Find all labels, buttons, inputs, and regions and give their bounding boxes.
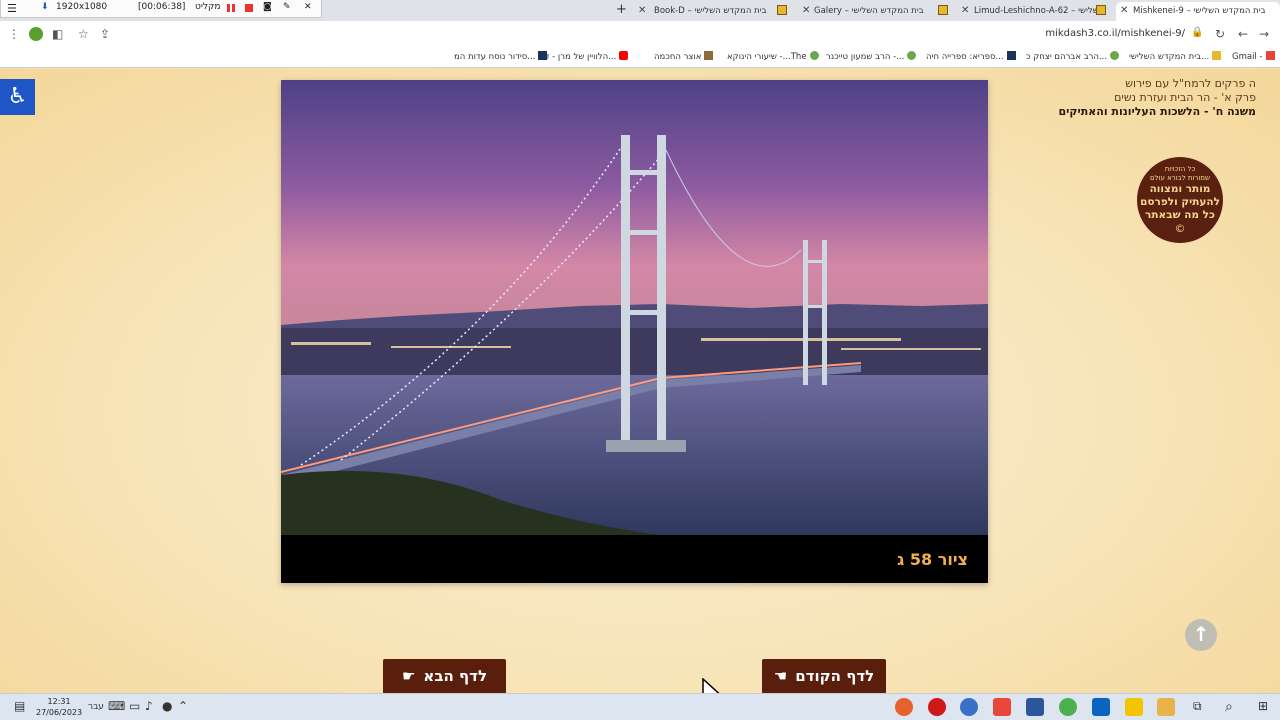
screen-recorder-bar: ☰ ⬇ 1920x1080 [00:06:38] מקליט ◙ ✎ ✕ xyxy=(0,0,322,18)
store-icon[interactable] xyxy=(1125,698,1143,716)
tab-favicon-icon xyxy=(938,5,948,15)
page-heading: ה פרקים לרמח"ל עם פירוש פרק א' - הר הבית… xyxy=(1059,77,1256,119)
pause-icon[interactable] xyxy=(227,4,230,12)
sefaria-icon xyxy=(1006,51,1016,60)
copyright-icon: © xyxy=(1174,222,1186,235)
notifications-icon[interactable]: ▤ xyxy=(14,699,25,713)
app-icon[interactable] xyxy=(960,698,978,716)
close-tab-icon[interactable]: ✕ xyxy=(638,5,646,16)
arrow-up-icon: ↑ xyxy=(1192,622,1210,646)
heading-line-1: ה פרקים לרמח"ל עם פירוש xyxy=(1125,77,1256,90)
mikdash-icon xyxy=(1212,51,1222,60)
task-view-icon[interactable]: ⧉ xyxy=(1193,699,1202,714)
leaf-icon xyxy=(1110,51,1120,60)
scroll-to-top-button[interactable]: ↑ xyxy=(1185,619,1217,651)
browser-tab-bar: ☰ ⬇ 1920x1080 [00:06:38] מקליט ◙ ✎ ✕ + ✕… xyxy=(0,0,1280,21)
language-indicator[interactable]: עבר xyxy=(88,702,104,712)
bookmark-star-icon[interactable]: ☆ xyxy=(78,27,89,41)
close-tab-icon[interactable]: ✕ xyxy=(802,5,810,16)
menu-icon[interactable]: ☰ xyxy=(7,2,17,15)
bookmark-otzar[interactable]: אוצר החכמה xyxy=(654,51,714,62)
copyright-badge: כל הזכויות שמורות לבורא עולם מותר ומצווה… xyxy=(1137,157,1223,243)
lock-icon[interactable]: 🔒 xyxy=(1191,27,1203,38)
firefox-icon[interactable] xyxy=(895,698,913,716)
prev-page-button[interactable]: לדף הקודם☚ xyxy=(762,659,886,693)
pause-icon-bar xyxy=(232,4,235,12)
bookmark-sefaria[interactable]: ספריא: ספרייה חיה... xyxy=(926,51,1016,62)
chevron-up-icon[interactable]: ⌃ xyxy=(178,699,188,713)
hand-pointing-icon: ☛ xyxy=(401,667,416,685)
keyboard-icon[interactable]: ⌨ xyxy=(108,699,125,713)
new-tab-button[interactable]: + xyxy=(616,2,627,17)
close-tab-icon[interactable]: ✕ xyxy=(961,5,969,16)
pen-icon[interactable]: ✎ xyxy=(283,2,291,12)
tab-favicon-icon xyxy=(777,5,787,15)
image-caption: ציור 58 ג xyxy=(897,550,968,569)
share-icon[interactable]: ⇪ xyxy=(100,27,110,41)
microphone-icon[interactable]: ● xyxy=(162,699,172,713)
next-page-button[interactable]: לדף הבא☛ xyxy=(383,659,506,693)
leaf-icon xyxy=(907,51,917,60)
sidebar-icon[interactable]: ◧ xyxy=(52,27,63,41)
address-bar: ⋮ ◧ ☆ ⇪ mikdash3.co.il/mishkenei-9/ 🔒 ↻ … xyxy=(0,21,1280,47)
stop-icon[interactable] xyxy=(245,4,253,12)
more-menu-icon[interactable]: ⋮ xyxy=(8,27,20,41)
close-tab-icon[interactable]: ✕ xyxy=(1120,5,1128,16)
word-icon[interactable] xyxy=(1026,698,1044,716)
profile-avatar[interactable] xyxy=(29,27,43,41)
leaf-icon xyxy=(809,51,819,60)
recorder-resolution: 1920x1080 xyxy=(56,2,108,12)
bookmark-gmail[interactable]: Gmail - xyxy=(1232,51,1275,62)
mouse-cursor-icon xyxy=(702,678,720,693)
windows-taskbar: ▤ 12:31 27/06/2023 עבר ⌨ ▭ ♪ ● ⌃ ⧉ ⌕ ⊞ xyxy=(0,693,1280,720)
record-app-icon[interactable] xyxy=(928,698,946,716)
microphone-icon[interactable]: ⬇ xyxy=(41,2,49,12)
bridge-illustration xyxy=(280,80,988,583)
bookmark-rav-shimon[interactable]: הרב שמעון טייכנר -... xyxy=(826,51,917,62)
tab-galery[interactable]: ✕ Galery – בית המקדש השלישי xyxy=(798,2,954,21)
camera-icon[interactable]: ◙ xyxy=(263,2,272,12)
tab-favicon-icon xyxy=(1096,5,1106,15)
accessibility-button[interactable]: ♿ xyxy=(0,79,35,115)
bookmark-siddur[interactable]: סידור נוסח עדות המ... xyxy=(454,51,548,62)
network-icon[interactable]: ▭ xyxy=(129,699,140,713)
recorder-time: [00:06:38] xyxy=(138,2,186,12)
file-explorer-icon[interactable] xyxy=(1157,698,1175,716)
close-recorder-icon[interactable]: ✕ xyxy=(304,2,312,12)
bookmark-satellite[interactable]: הלוויין של מרן - דר... xyxy=(540,51,629,62)
anydesk-icon[interactable] xyxy=(993,698,1011,716)
tab-mishkenei-active[interactable]: ✕ Mishkenei-9 – בית המקדש השלישי xyxy=(1116,2,1280,21)
search-icon[interactable]: ⌕ xyxy=(1225,699,1233,715)
recorder-label: מקליט xyxy=(195,2,221,12)
gallery-image: ציור 58 ג xyxy=(280,80,988,583)
heading-line-2: פרק א' - הר הבית ועזרת נשים xyxy=(1114,91,1256,104)
volume-icon[interactable]: ♪ xyxy=(145,699,153,713)
tab-book-d[interactable]: ✕ Book-D – בית המקדש השלישי xyxy=(636,2,792,21)
start-icon[interactable]: ⊞ xyxy=(1258,699,1268,713)
book-icon xyxy=(704,51,714,60)
bookmarks-bar: Gmail - בית המקדש השלישי... הרב אברהם יצ… xyxy=(0,47,1280,68)
tab-limud-leshichno[interactable]: ✕ Limud-Leshichno-A-62 – השלישי xyxy=(958,2,1112,21)
url-field[interactable]: mikdash3.co.il/mishkenei-9/ xyxy=(960,28,1185,39)
taskbar-clock[interactable]: 12:31 27/06/2023 xyxy=(36,696,82,718)
siddur-icon xyxy=(538,51,548,60)
gmail-icon xyxy=(1265,51,1275,60)
bookmark-rav-avraham[interactable]: הרב אברהם יצחק כ... xyxy=(1026,51,1120,62)
bookmark-hinuka[interactable]: שיעורי הינוקא -...The xyxy=(727,51,819,62)
youtube-icon xyxy=(619,51,629,60)
mail-icon[interactable] xyxy=(1092,698,1110,716)
forward-arrow-icon[interactable]: → xyxy=(1259,27,1269,41)
accessibility-icon: ♿ xyxy=(7,84,28,109)
reload-icon[interactable]: ↻ xyxy=(1215,27,1225,41)
bookmark-mikdash[interactable]: בית המקדש השלישי... xyxy=(1129,51,1222,62)
heading-line-3: משנה ח' - הלשכות העליונות והאתיקים xyxy=(1058,105,1256,118)
hand-pointing-icon: ☚ xyxy=(773,667,788,685)
back-arrow-icon[interactable]: ← xyxy=(1238,27,1248,41)
chrome-icon[interactable] xyxy=(1059,698,1077,716)
web-page: ♿ ה פרקים לרמח"ל עם פירוש פרק א' - הר הב… xyxy=(0,69,1280,693)
